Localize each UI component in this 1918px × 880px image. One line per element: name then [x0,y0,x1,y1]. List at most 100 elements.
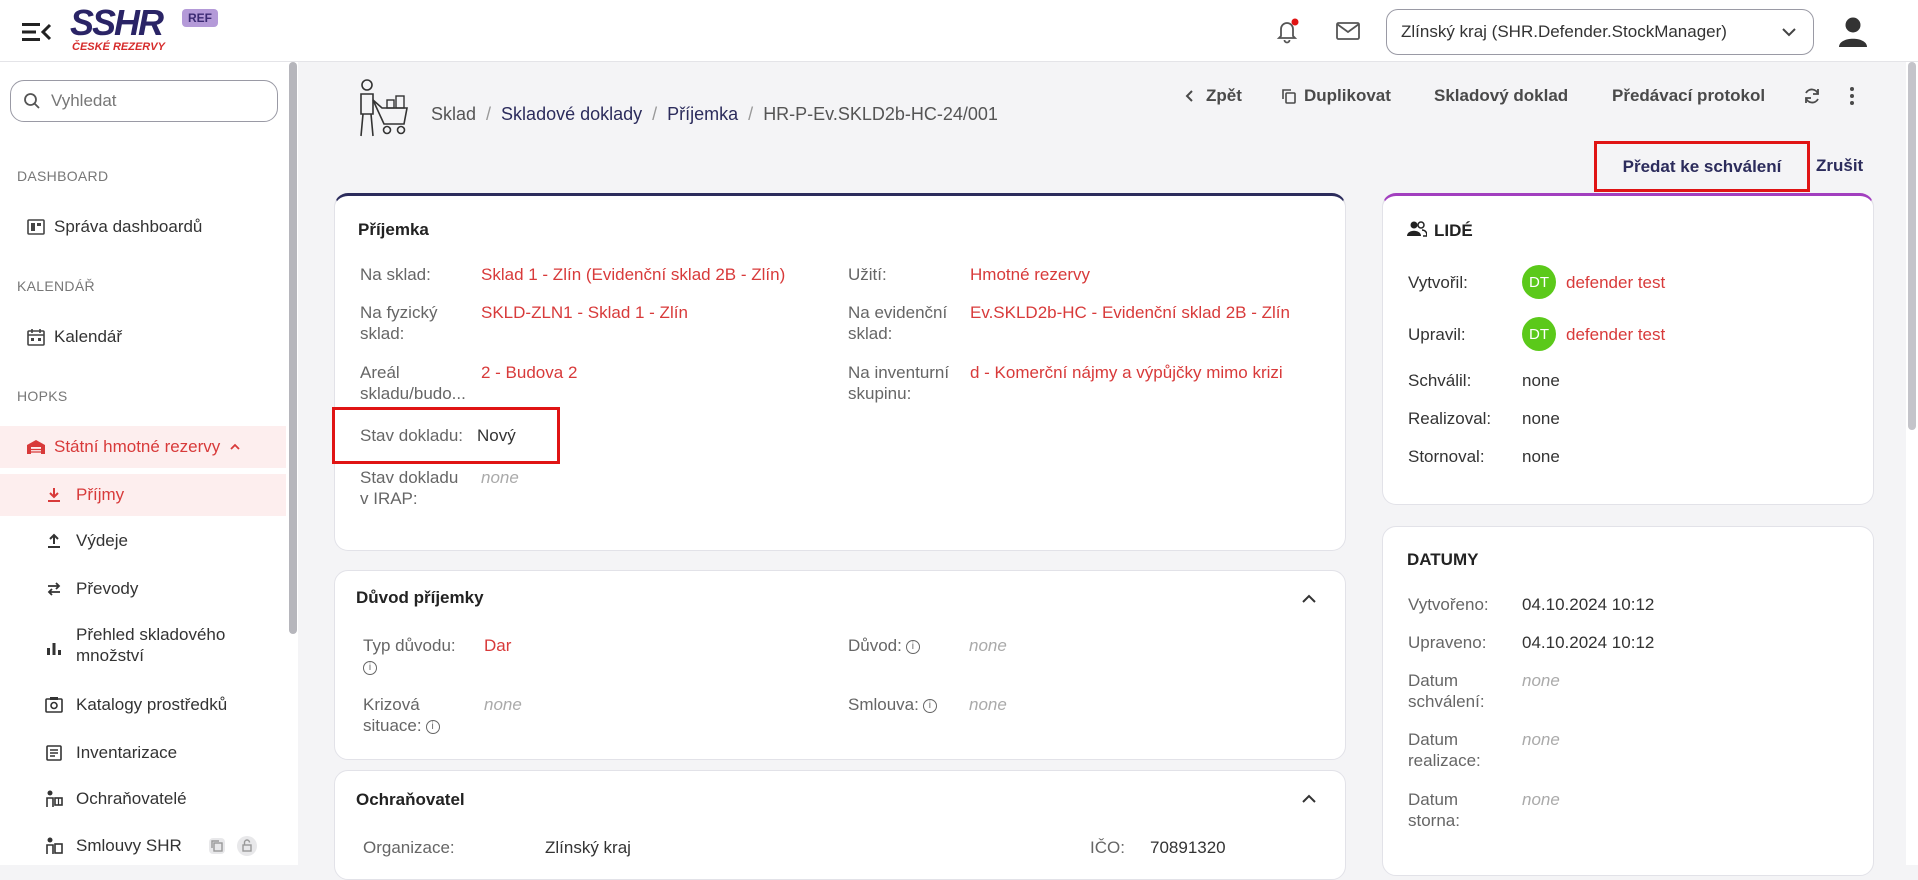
info-icon[interactable]: i [905,640,920,654]
inventory-group-value[interactable]: d - Komerční nájmy a výpůjčky mimo krizi [970,362,1283,383]
dates-card-title: DATUMY [1407,550,1479,569]
section-label-calendar: KALENDÁŘ [17,278,95,294]
document-actions-toolbar: Zpět Duplikovat Skladový doklad Předávac… [0,84,1918,108]
modified-date-value: 04.10.2024 10:12 [1522,633,1655,652]
dashboard-icon [26,217,46,237]
reason-type-label: Typ důvodu: i [363,636,456,675]
sidebar-item-label: Kalendář [54,327,123,346]
usage-label: Užití: [848,265,887,284]
sidebar-item-label: Příjmy [76,485,125,504]
realization-date-label: Datum realizace: [1408,730,1481,770]
submit-for-approval-button[interactable]: Předat ke schválení [1594,141,1810,192]
warehouse-icon [26,437,46,457]
ico-label: IČO: [1090,838,1125,857]
reason-type-value[interactable]: Dar [484,635,511,656]
sshr-logo[interactable]: SSHR ČESKÉ REZERVY [70,5,175,57]
created-by-value[interactable]: defender test [1566,272,1665,293]
sidebar-item-label: Ochraňovatelé [76,789,187,808]
copy-icon[interactable] [206,835,228,857]
sidebar-item-contracts[interactable]: Smlouvy SHR [0,827,286,865]
cancelled-by-label: Stornoval: [1408,447,1485,466]
area-label: Areál skladu/budo... [360,363,466,403]
handover-protocol-button[interactable]: Předávací protokol [1612,86,1765,106]
refresh-button[interactable] [1802,86,1822,106]
modified-date-label: Upraveno: [1408,633,1487,652]
transfer-icon [44,579,64,599]
to-warehouse-label: Na sklad: [360,265,431,284]
environment-badge: REF [182,9,218,27]
organization-role-value: Zlínský kraj (SHR.Defender.StockManager) [1401,22,1727,41]
page-scrollbar[interactable] [1908,62,1916,430]
stock-document-button[interactable]: Skladový doklad [1434,86,1568,106]
sidebar-item-calendar[interactable]: Kalendář [0,322,286,352]
notifications-bell-icon[interactable] [1273,17,1301,45]
sidebar-scrollbar[interactable] [289,62,297,634]
contract-value: none [969,695,1007,714]
modified-by-value[interactable]: defender test [1566,324,1665,345]
download-icon [44,485,64,505]
sidebar-item-inventory[interactable]: Inventarizace [0,734,286,772]
sidebar-item-dashboards[interactable]: Správa dashboardů [0,212,286,242]
info-icon[interactable]: i [363,661,377,675]
people-card-title: LIDÉ [1434,221,1473,240]
organization-role-select[interactable]: Zlínský kraj (SHR.Defender.StockManager) [1386,9,1814,55]
irap-status-label: Stav dokladu v IRAP: [360,468,459,508]
inventory-group-label: Na inventurní skupinu: [848,363,950,403]
chevron-up-icon[interactable] [228,440,242,454]
organization-value: Zlínský kraj [545,838,631,857]
sidebar-item-label: Katalogy prostředků [76,695,228,714]
realized-by-value: none [1522,409,1560,428]
copy-icon [1282,89,1296,104]
user-avatar-icon[interactable] [1836,14,1870,48]
status-value: Nový [477,426,516,445]
sidebar-item-transfers[interactable]: Převody [0,570,286,608]
physical-warehouse-label: Na fyzický sklad: [360,303,438,343]
sidebar-item-label: Smlouvy SHR [76,836,182,855]
evidence-warehouse-value[interactable]: Ev.SKLD2b-HC - Evidenční sklad 2B - Zlín [970,302,1290,323]
chevron-up-icon[interactable] [1298,788,1320,810]
approved-by-value: none [1522,371,1560,390]
chevron-down-icon [1782,28,1796,37]
crisis-situation-value: none [484,695,522,714]
mail-icon[interactable] [1334,19,1362,43]
unlock-icon[interactable] [236,835,258,857]
contract-icon [44,836,64,856]
area-value[interactable]: 2 - Budova 2 [481,362,577,383]
sidebar-item-issues[interactable]: Výdeje [0,522,286,560]
to-warehouse-value[interactable]: Sklad 1 - Zlín (Evidenční sklad 2B - Zlí… [481,264,785,285]
sidebar-item-receipts[interactable]: Příjmy [0,474,286,516]
chevron-up-icon[interactable] [1298,588,1320,610]
sidebar-item-catalogs[interactable]: Katalogy prostředků [0,686,286,724]
evidence-warehouse-label: Na evidenční sklad: [848,303,948,343]
catalog-icon [44,695,64,715]
reason-label: Důvod: i [848,635,920,656]
people-icon [1407,221,1427,237]
back-button[interactable]: Zpět [1182,86,1242,106]
sidebar-item-label-line2: množství [76,646,145,665]
info-icon[interactable]: i [425,720,440,734]
calendar-icon [26,327,46,347]
contract-label: Smlouva: i [848,694,937,715]
sidebar-item-protectors[interactable]: Ochraňovatelé [0,780,286,818]
reason-card [334,570,1346,760]
sidebar-item-label: Převody [76,579,139,598]
cancel-button[interactable]: Zrušit [1816,156,1863,176]
physical-warehouse-value[interactable]: SKLD-ZLN1 - Sklad 1 - Zlín [481,302,688,323]
cancelled-by-value: none [1522,447,1560,466]
sidebar-item-label: Správa dashboardů [54,217,203,236]
usage-value[interactable]: Hmotné rezervy [970,264,1090,285]
info-icon[interactable]: i [922,699,937,713]
duplicate-button[interactable]: Duplikovat [1280,86,1391,106]
ico-value: 70891320 [1150,838,1226,857]
sidebar-item-stock-overview[interactable]: Přehled skladového množství [0,624,286,668]
section-label-hopks: HOPKS [17,388,68,404]
sidebar-item-label: Výdeje [76,531,128,550]
menu-toggle-icon[interactable] [20,19,52,45]
realized-by-label: Realizoval: [1408,409,1492,428]
more-options-button[interactable] [1846,86,1858,106]
storno-date-value: none [1522,790,1560,809]
protector-card [334,770,1346,880]
created-date-value: 04.10.2024 10:12 [1522,595,1655,614]
sidebar-item-label: Inventarizace [76,743,178,762]
sidebar-item-state-reserves[interactable]: Státní hmotné rezervy [0,426,286,468]
